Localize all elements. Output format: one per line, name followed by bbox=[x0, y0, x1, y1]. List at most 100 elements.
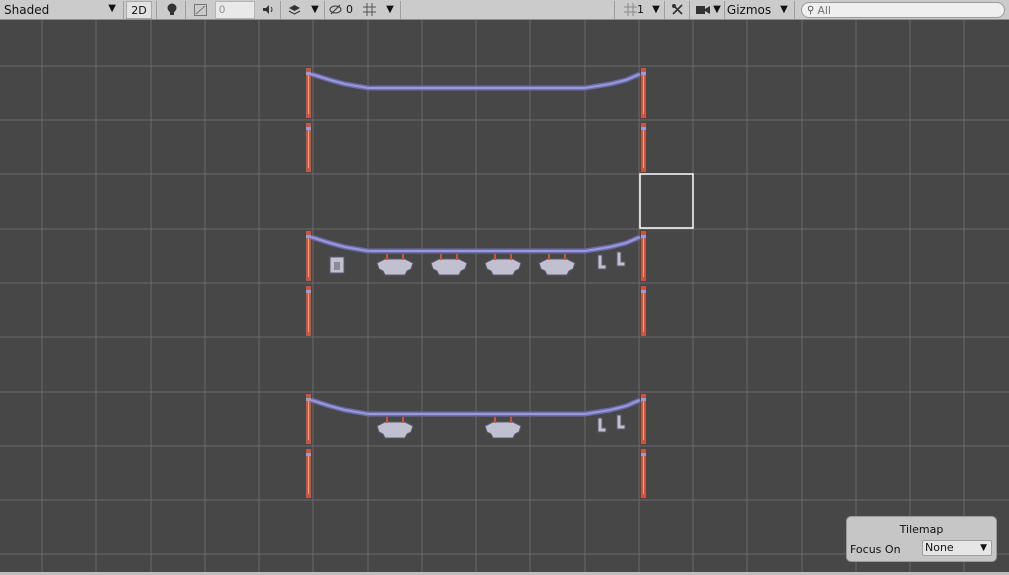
chevron-down-icon[interactable]: ▼ bbox=[711, 0, 723, 19]
scene-visibility-toggle[interactable]: 0 bbox=[329, 0, 353, 19]
clothesline-post bbox=[308, 235, 309, 277]
clothesline-post bbox=[643, 72, 644, 114]
divider bbox=[689, 1, 690, 19]
chevron-down-icon[interactable]: ▼ bbox=[649, 0, 663, 19]
divider bbox=[280, 1, 281, 19]
clothespin bbox=[386, 417, 388, 423]
chevron-down-icon[interactable]: ▼ bbox=[778, 0, 790, 19]
shading-mode-dropdown[interactable]: Shaded ▼ bbox=[0, 0, 122, 19]
clothesline-post bbox=[641, 235, 646, 238]
search-field[interactable]: ⚲ bbox=[801, 2, 1005, 18]
shading-mode-label: Shaded bbox=[4, 2, 50, 17]
chevron-down-icon[interactable]: ▼ bbox=[383, 0, 397, 19]
divider bbox=[156, 1, 157, 19]
search-icon: ⚲ bbox=[807, 4, 815, 16]
search-input[interactable] bbox=[817, 3, 988, 17]
image-icon bbox=[193, 3, 207, 16]
clothesline-post bbox=[641, 72, 646, 75]
2d-mode-button[interactable]: 2D bbox=[126, 1, 152, 19]
eye-slash-icon bbox=[329, 4, 342, 15]
hanging-sock bbox=[616, 414, 626, 430]
grid-snap-value: 1 bbox=[637, 3, 644, 16]
hanging-shirt bbox=[484, 421, 522, 439]
layers-icon bbox=[288, 4, 300, 15]
clothesline-post bbox=[306, 398, 311, 401]
hanging-shirt bbox=[376, 421, 414, 439]
focus-on-label: Focus On bbox=[850, 543, 901, 556]
clothesline-post bbox=[308, 290, 309, 332]
clothespin bbox=[402, 254, 404, 260]
scene-toolbar: Shaded ▼ 2D ▼ 0 bbox=[0, 0, 1009, 20]
tilemap-overlay-title: Tilemap bbox=[899, 523, 944, 536]
scene-canvas[interactable] bbox=[0, 20, 1009, 572]
clothespin bbox=[564, 254, 566, 260]
tools-button[interactable] bbox=[668, 0, 686, 19]
grid-toggle[interactable] bbox=[359, 0, 379, 19]
clothesline-post bbox=[308, 453, 309, 494]
clothesline-post bbox=[641, 453, 646, 456]
divider bbox=[185, 1, 186, 19]
chevron-down-icon[interactable]: ▼ bbox=[308, 0, 322, 19]
hanging-sock bbox=[597, 417, 607, 433]
scene-view[interactable] bbox=[0, 20, 1009, 572]
focus-on-value: None bbox=[925, 541, 954, 554]
clothesline-post bbox=[306, 127, 311, 130]
hanging-shirt bbox=[484, 258, 522, 276]
clothespin bbox=[510, 254, 512, 260]
gizmos-button[interactable]: Gizmos bbox=[726, 0, 772, 19]
clothesline-post bbox=[643, 290, 644, 332]
hanging-shirt bbox=[430, 258, 468, 276]
clothesline-post bbox=[306, 72, 311, 75]
clothespin bbox=[386, 254, 388, 260]
hanging-shirt bbox=[538, 258, 576, 276]
clothespin bbox=[494, 417, 496, 423]
clothespin bbox=[494, 254, 496, 260]
divider bbox=[724, 1, 725, 19]
clothesline-post bbox=[306, 453, 311, 456]
divider bbox=[400, 1, 401, 19]
clothesline-post bbox=[308, 127, 309, 168]
camera-icon bbox=[696, 5, 710, 14]
clothesline-post bbox=[641, 398, 646, 401]
effects-value-field[interactable] bbox=[215, 1, 255, 19]
clothesline-post bbox=[643, 235, 644, 277]
wrench-icon bbox=[671, 4, 683, 15]
clothesline-post bbox=[643, 453, 644, 494]
clothesline-post bbox=[306, 290, 311, 293]
clothespin bbox=[548, 254, 550, 260]
focus-on-dropdown[interactable]: None ▼ bbox=[922, 540, 992, 556]
chevron-down-icon: ▼ bbox=[980, 543, 987, 553]
lighting-toggle[interactable] bbox=[163, 0, 181, 19]
effects-toggle[interactable] bbox=[191, 0, 209, 19]
clothespin bbox=[510, 417, 512, 423]
hidden-count: 0 bbox=[346, 3, 353, 16]
hanging-towel bbox=[334, 262, 340, 270]
layers-button[interactable] bbox=[284, 0, 304, 19]
hanging-shirt bbox=[376, 258, 414, 276]
scene-grid bbox=[0, 20, 1009, 572]
divider bbox=[794, 1, 795, 19]
divider bbox=[614, 1, 615, 19]
clothesline-post bbox=[308, 398, 309, 440]
chevron-down-icon: ▼ bbox=[108, 3, 116, 14]
divider bbox=[324, 1, 325, 19]
grid-snap-icon bbox=[624, 3, 637, 16]
hanging-sock bbox=[597, 254, 607, 270]
grid-snap-button[interactable]: 1 bbox=[619, 0, 649, 19]
clothespin bbox=[440, 254, 442, 260]
tilemap-overlay: Tilemap Focus On None ▼ bbox=[846, 516, 997, 562]
clothespin bbox=[456, 254, 458, 260]
camera-button[interactable] bbox=[694, 0, 712, 19]
bulb-icon bbox=[167, 3, 177, 15]
clothesline-post bbox=[306, 235, 311, 238]
hanging-sock bbox=[616, 251, 626, 267]
audio-toggle[interactable] bbox=[259, 0, 277, 19]
divider bbox=[664, 1, 665, 19]
clothesline-post bbox=[641, 290, 646, 293]
speaker-icon bbox=[262, 5, 272, 14]
tile-selection-box bbox=[639, 173, 694, 229]
clothesline-post bbox=[643, 127, 644, 168]
clothesline-post bbox=[308, 72, 309, 114]
clothespin bbox=[402, 417, 404, 423]
clothesline-post bbox=[643, 398, 644, 440]
